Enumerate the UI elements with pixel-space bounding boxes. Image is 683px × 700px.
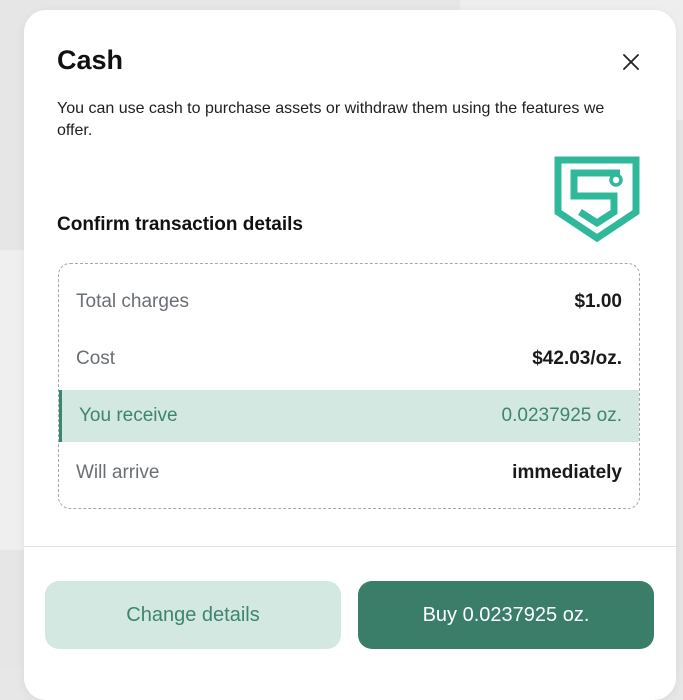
- section-title: Confirm transaction details: [57, 213, 303, 237]
- detail-label: Will arrive: [76, 462, 159, 484]
- shield-s-logo-icon: [554, 156, 640, 242]
- detail-row-you-receive: You receive 0.0237925 oz.: [59, 390, 639, 442]
- detail-value: 0.0237925 oz.: [502, 405, 622, 427]
- detail-row-total-charges: Total charges $1.00: [59, 276, 639, 328]
- detail-row-cost: Cost $42.03/oz.: [59, 333, 639, 385]
- detail-label: You receive: [79, 405, 178, 427]
- cash-modal: Cash You can use cash to purchase assets…: [24, 10, 676, 700]
- close-button[interactable]: [617, 48, 645, 76]
- buy-button[interactable]: Buy 0.0237925 oz.: [358, 581, 654, 649]
- detail-value: $1.00: [574, 291, 622, 313]
- close-icon: [622, 53, 640, 71]
- detail-label: Cost: [76, 348, 115, 370]
- transaction-details: Total charges $1.00 Cost $42.03/oz. You …: [58, 263, 640, 509]
- detail-row-will-arrive: Will arrive immediately: [59, 447, 639, 499]
- detail-label: Total charges: [76, 291, 189, 313]
- footer-divider: [24, 546, 676, 547]
- detail-value: $42.03/oz.: [532, 348, 622, 370]
- detail-value: immediately: [512, 462, 622, 484]
- modal-description: You can use cash to purchase assets or w…: [57, 98, 627, 142]
- modal-title: Cash: [57, 44, 123, 76]
- change-details-button[interactable]: Change details: [45, 581, 341, 649]
